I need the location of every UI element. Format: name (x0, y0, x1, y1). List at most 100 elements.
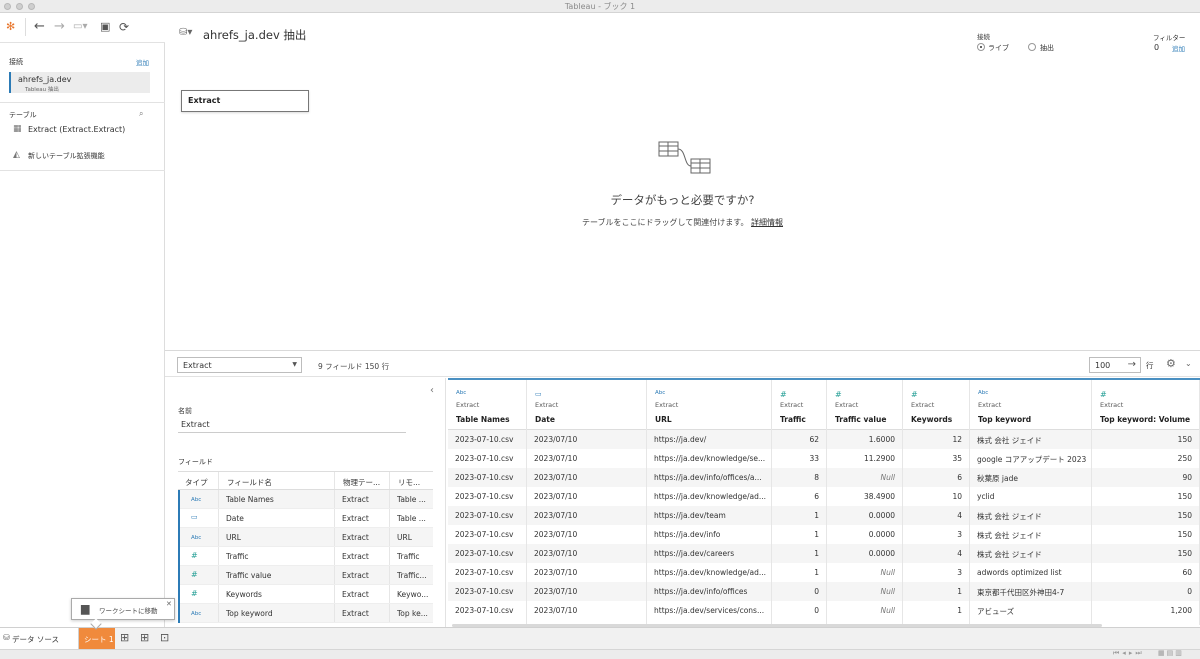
fields-table-header: タイプ フィールド名 物理テー... リモ... (178, 471, 433, 490)
back-icon[interactable]: ← (34, 19, 45, 35)
field-name[interactable]: Traffic value (226, 571, 271, 580)
string-type-icon[interactable]: Abc (191, 535, 201, 541)
table-card-extract[interactable]: Extract (181, 90, 309, 112)
column-divider (218, 509, 219, 527)
table-cell: 4 (957, 511, 962, 520)
field-row[interactable]: # Traffic value Extract Traffic... (178, 566, 433, 585)
table-cell: 35 (952, 454, 962, 463)
field-name[interactable]: Date (226, 514, 244, 523)
field-name[interactable]: URL (226, 533, 241, 542)
string-type-icon[interactable]: Abc (456, 390, 466, 396)
go-to-worksheet-tooltip[interactable]: ▆ ワークシートに移動 ✕ (71, 598, 175, 630)
column-header[interactable]: Abc Extract Top keyword (970, 380, 1091, 430)
number-type-icon[interactable]: # (780, 390, 787, 399)
column-divider (334, 604, 335, 622)
arrow-right-icon[interactable]: → (1128, 359, 1136, 370)
gear-icon[interactable]: ⚙ (1166, 357, 1176, 370)
tab-data-source[interactable]: ⛁ データ ソース (0, 628, 79, 649)
string-type-icon[interactable]: Abc (191, 611, 201, 617)
close-icon[interactable]: ✕ (166, 600, 172, 608)
string-type-icon[interactable]: Abc (978, 390, 988, 396)
new-table-extension[interactable]: 新しいテーブル拡張機能 (28, 151, 105, 161)
learn-more-link[interactable]: 詳細情報 (751, 218, 783, 227)
column-divider (389, 472, 390, 489)
fields-column-header[interactable]: フィールド名 (227, 477, 272, 488)
column-name: Date (535, 415, 555, 424)
window-title: Tableau - ブック 1 (564, 2, 636, 11)
table-cell: 2023/07/10 (534, 473, 578, 482)
calendar-icon[interactable]: ▭ (535, 390, 542, 398)
field-row[interactable]: # Traffic Extract Traffic (178, 547, 433, 566)
string-type-icon[interactable]: Abc (655, 390, 665, 396)
fields-column-header[interactable]: タイプ (185, 477, 208, 488)
collapse-panel-icon[interactable]: ‹ (430, 385, 434, 396)
table-cell: 60 (1182, 568, 1192, 577)
field-physical: Extract (342, 514, 369, 523)
table-name-field[interactable]: Extract (178, 418, 406, 433)
sheet-navigation[interactable]: ⏮◂▸⏭ (1113, 649, 1145, 658)
view-toggle-icons[interactable]: ▦▤▥ (1158, 649, 1184, 657)
table-search-icon[interactable]: ⌕ (139, 109, 143, 119)
grid-column: # Extract Top keyword: Volume 150 250 90 150 15… (1092, 380, 1200, 625)
datasource-title[interactable]: ahrefs_ja.dev 抽出 (203, 27, 306, 43)
tab-sheet-1[interactable]: シート 1 (79, 628, 115, 649)
number-type-icon[interactable]: # (835, 390, 842, 399)
column-header[interactable]: # Extract Traffic value (827, 380, 902, 430)
table-cell: Null (880, 587, 895, 596)
sheet-tab-bar: ⛁ データ ソース シート 1 ⊞ ⊞ ⊡ (0, 627, 1200, 649)
table-item-extract[interactable]: Extract (Extract.Extract) (28, 125, 125, 134)
field-name[interactable]: Keywords (226, 590, 262, 599)
column-divider (218, 604, 219, 622)
live-radio[interactable] (977, 43, 985, 51)
rows-input[interactable]: 100 → (1089, 357, 1141, 373)
column-header[interactable]: # Extract Traffic (772, 380, 826, 430)
new-story-icon[interactable]: ⊡ (160, 631, 169, 644)
number-type-icon[interactable]: # (191, 589, 198, 598)
field-row[interactable]: ▭ Date Extract Table ... (178, 509, 433, 528)
field-row[interactable]: Abc Top keyword Extract Top ke... (178, 604, 433, 623)
field-name[interactable]: Traffic (226, 552, 249, 561)
extract-radio[interactable] (1028, 43, 1036, 51)
column-header[interactable]: Abc Extract URL (647, 380, 771, 430)
grid-column: # Extract Traffic 62 33 8 6 1 1 1 1 0 0 (772, 380, 827, 625)
field-physical: Extract (342, 552, 369, 561)
chevron-down-icon[interactable]: ⌄ (1185, 359, 1192, 368)
data-source-menu-icon[interactable]: ▭▾ (73, 19, 87, 35)
table-cell: 1 (814, 549, 819, 558)
column-header[interactable]: Abc Extract Table Names (448, 380, 526, 430)
tableau-logo-icon[interactable]: ✻ (6, 19, 15, 35)
field-row[interactable]: # Keywords Extract Keywo... (178, 585, 433, 604)
connection-item[interactable]: ahrefs_ja.dev Tableau 抽出 (9, 72, 150, 93)
field-name[interactable]: Top keyword (226, 609, 273, 618)
field-row[interactable]: Abc URL Extract URL (178, 528, 433, 547)
forward-icon[interactable]: → (54, 19, 65, 35)
save-icon[interactable]: ▣ (100, 19, 110, 35)
table-cell: 11.2900 (863, 454, 895, 463)
field-name[interactable]: Table Names (226, 495, 274, 504)
field-remote: URL (397, 533, 412, 542)
column-header[interactable]: # Extract Keywords (903, 380, 969, 430)
number-type-icon[interactable]: # (1100, 390, 1107, 399)
number-type-icon[interactable]: # (191, 551, 198, 560)
column-divider (389, 528, 390, 546)
new-dashboard-icon[interactable]: ⊞ (140, 631, 149, 644)
number-type-icon[interactable]: # (911, 390, 918, 399)
field-row[interactable]: Abc Table Names Extract Table ... (178, 490, 433, 509)
add-connection-link[interactable]: 追加 (136, 57, 149, 67)
refresh-icon[interactable]: ⟳ (119, 19, 129, 35)
sidebar-divider (0, 102, 165, 103)
column-header[interactable]: ▭ Extract Date (527, 380, 646, 430)
add-filter-link[interactable]: 追加 (1172, 43, 1185, 53)
table-cell: 2023-07-10.csv (455, 492, 514, 501)
number-type-icon[interactable]: # (191, 570, 198, 579)
fields-column-header[interactable]: 物理テー... (343, 477, 380, 488)
table-select[interactable]: Extract ▼ (177, 357, 302, 373)
empty-state-text: テーブルをここにドラッグして関連付けます。 (581, 218, 749, 227)
column-divider (334, 547, 335, 565)
string-type-icon[interactable]: Abc (191, 497, 201, 503)
calendar-icon[interactable]: ▭ (191, 513, 198, 521)
new-worksheet-icon[interactable]: ⊞ (120, 631, 129, 644)
table-cell: 0.0000 (868, 549, 895, 558)
fields-column-header[interactable]: リモ... (398, 477, 420, 488)
column-header[interactable]: # Extract Top keyword: Volume (1092, 380, 1199, 430)
